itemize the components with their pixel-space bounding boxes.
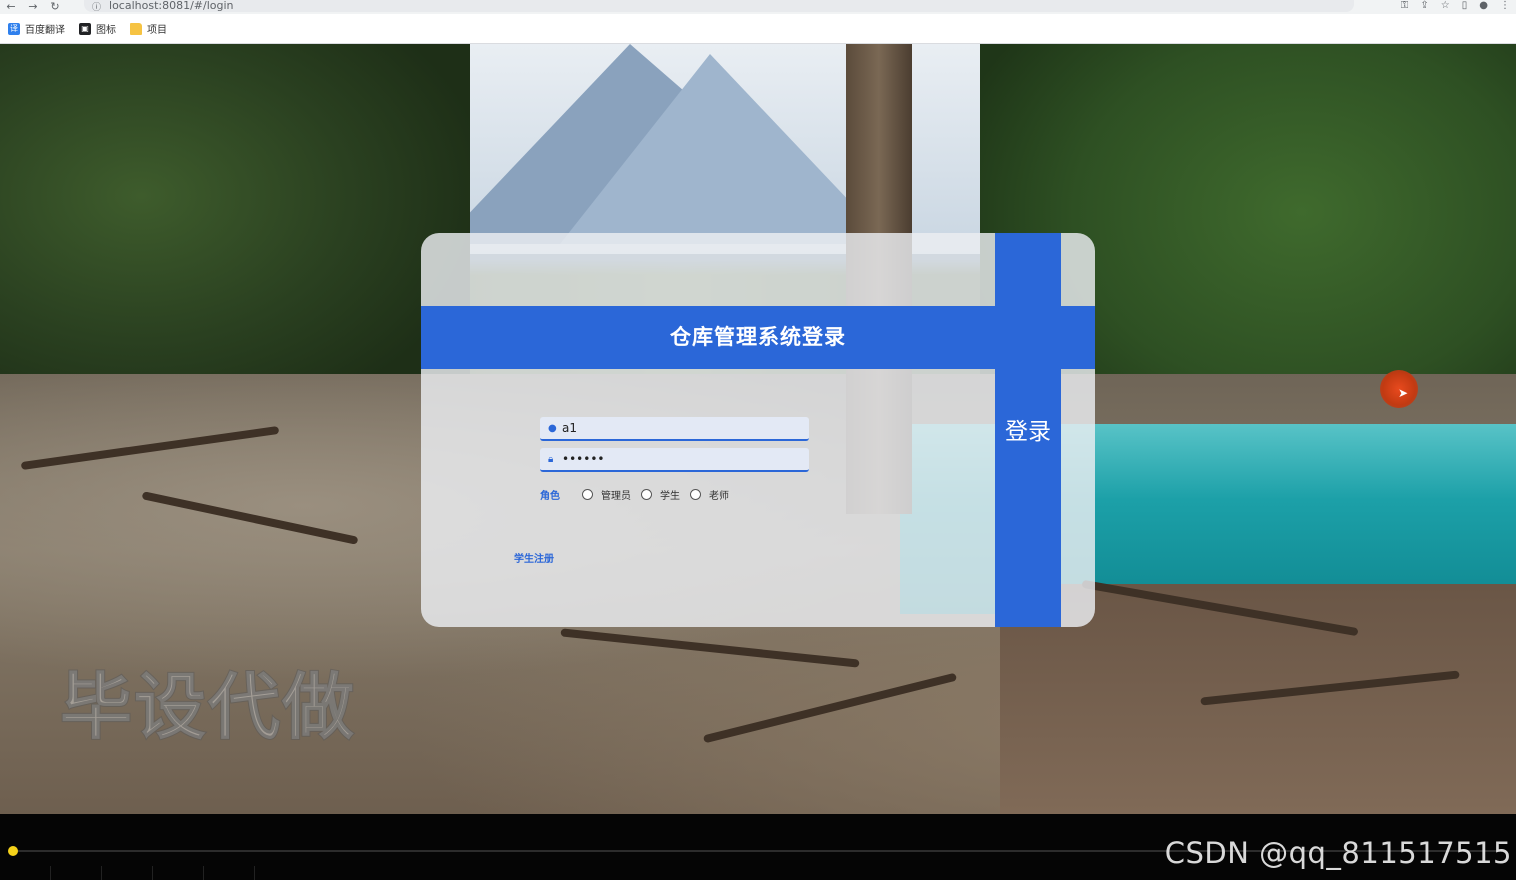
role-radio-admin[interactable]: 管理员: [582, 487, 631, 502]
login-button-label: 登录: [1005, 418, 1051, 444]
player-control[interactable]: [153, 866, 204, 880]
folder-icon: [130, 22, 142, 35]
player-control[interactable]: [102, 866, 153, 880]
sidepanel-icon[interactable]: ▯: [1462, 0, 1468, 12]
browser-actions: ⚿ ⇪ ☆ ▯ ● ⋮: [1401, 0, 1510, 12]
role-radio-teacher[interactable]: 老师: [690, 487, 729, 502]
role-radio-student[interactable]: 学生: [641, 487, 680, 502]
url-text: localhost:8081/#/login: [109, 0, 234, 12]
role-option-label: 老师: [709, 491, 729, 502]
page-title: 仓库管理系统登录: [670, 325, 846, 349]
password-field[interactable]: 🔒︎: [540, 448, 809, 472]
address-bar[interactable]: ⓘ localhost:8081/#/login: [84, 0, 1354, 13]
password-input[interactable]: [562, 452, 792, 466]
progress-knob[interactable]: [8, 846, 18, 856]
menu-icon[interactable]: ⋮: [1500, 0, 1510, 12]
mountain-peak: [560, 54, 890, 244]
radio-icon[interactable]: [690, 489, 701, 500]
bookmark-label: 百度翻译: [25, 25, 65, 36]
key-icon[interactable]: ⚿: [1401, 0, 1409, 12]
role-option-label: 学生: [660, 491, 680, 502]
reload-icon[interactable]: ↻: [44, 1, 66, 13]
radio-icon[interactable]: [641, 489, 652, 500]
profile-icon[interactable]: ●: [1479, 0, 1488, 12]
role-selector: 角色 管理员 学生 老师: [540, 487, 739, 502]
login-card: 仓库管理系统登录 ● 🔒︎ 角色 管理员 学生 老师 学生注册 登录: [421, 233, 1095, 627]
user-icon: ●: [548, 422, 557, 434]
student-register-link[interactable]: 学生注册: [514, 550, 554, 565]
forward-icon[interactable]: →: [22, 1, 44, 13]
bookmark-label: 项目: [147, 25, 167, 36]
username-field[interactable]: ●: [540, 417, 809, 441]
translate-icon: 译: [8, 22, 20, 35]
player-control[interactable]: [204, 866, 255, 880]
bookmark-baidu-translate[interactable]: 译 百度翻译: [8, 21, 65, 36]
player-control[interactable]: [51, 866, 102, 880]
bookmark-label: 图标: [96, 25, 116, 36]
role-option-label: 管理员: [601, 491, 631, 502]
bookmarks-bar: 译 百度翻译 ▣ 图标 项目: [0, 14, 1516, 44]
username-input[interactable]: [562, 421, 792, 435]
bookmark-icons[interactable]: ▣ 图标: [79, 21, 116, 36]
lock-icon: 🔒︎: [548, 453, 554, 465]
image-icon: ▣: [79, 22, 91, 35]
player-control[interactable]: [0, 866, 51, 880]
csdn-credit: CSDN @qq_811517515: [1164, 836, 1512, 870]
forest-left: [0, 44, 470, 424]
watermark-text: 毕设代做: [59, 664, 357, 750]
cursor-icon: ➤: [1398, 386, 1409, 400]
radio-icon[interactable]: [582, 489, 593, 500]
info-icon[interactable]: ⓘ: [92, 0, 101, 13]
role-label: 角色: [540, 491, 560, 502]
back-icon[interactable]: ←: [0, 1, 22, 13]
share-icon[interactable]: ⇪: [1420, 0, 1428, 12]
video-player-bar: CSDN @qq_811517515: [0, 814, 1516, 880]
login-button[interactable]: 登录: [995, 233, 1061, 627]
star-icon[interactable]: ☆: [1441, 0, 1450, 12]
bookmark-project[interactable]: 项目: [130, 21, 167, 36]
browser-toolbar: ← → ↻ ⓘ localhost:8081/#/login ⚿ ⇪ ☆ ▯ ●…: [0, 0, 1516, 14]
